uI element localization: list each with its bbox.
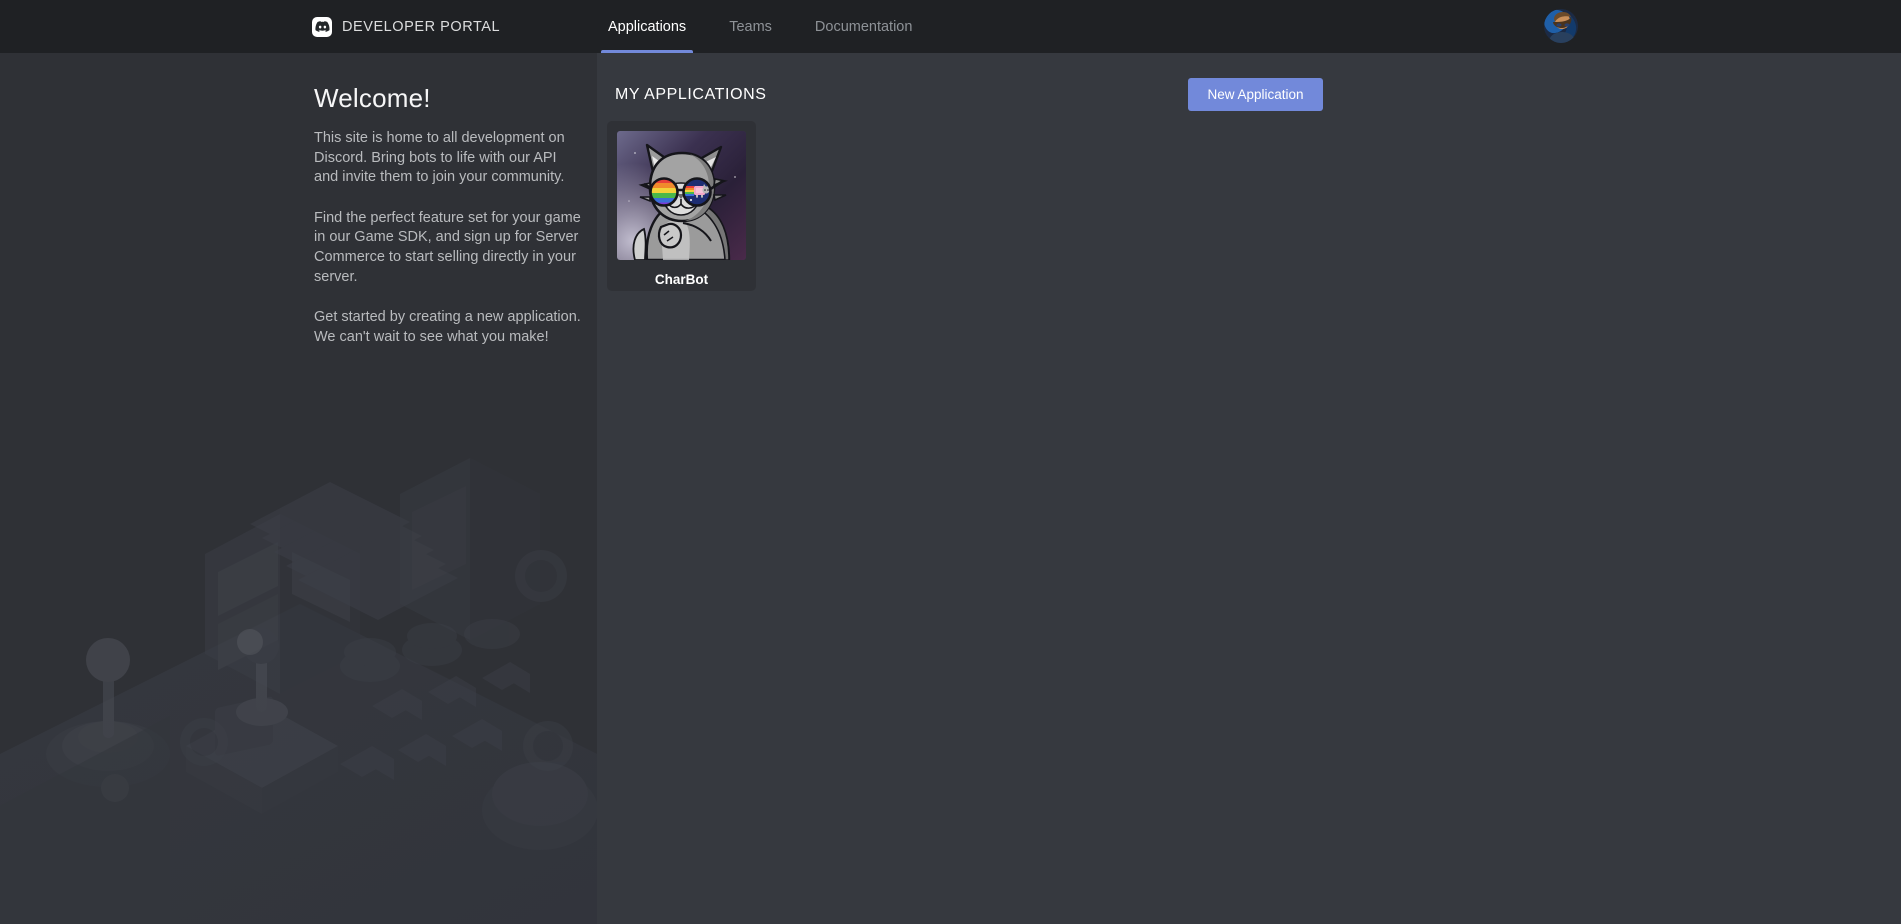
discord-clyde-icon xyxy=(312,16,332,37)
section-title-my-applications: MY APPLICATIONS xyxy=(615,86,767,103)
top-header: DEVELOPER PORTAL Applications Teams Docu… xyxy=(0,0,1901,53)
charbot-cat-avatar-icon xyxy=(617,131,746,260)
tab-documentation-label: Documentation xyxy=(814,18,913,35)
tab-teams[interactable]: Teams xyxy=(729,0,772,53)
applications-grid: CharBot xyxy=(607,121,756,291)
user-avatar-icon[interactable] xyxy=(1544,9,1578,43)
application-name: CharBot xyxy=(654,272,709,287)
welcome-text-column: Welcome! This site is home to all develo… xyxy=(314,83,582,368)
welcome-sidebar: Welcome! This site is home to all develo… xyxy=(0,53,597,924)
tab-teams-label: Teams xyxy=(729,18,772,35)
tab-documentation[interactable]: Documentation xyxy=(815,0,913,53)
tab-applications[interactable]: Applications xyxy=(600,0,694,53)
isometric-arcade-illustration xyxy=(0,454,597,924)
welcome-paragraph-1: This site is home to all development on … xyxy=(314,130,565,186)
primary-nav: Applications Teams Documentation xyxy=(600,0,955,53)
new-application-button[interactable]: New Application xyxy=(1188,78,1323,111)
brand[interactable]: DEVELOPER PORTAL xyxy=(312,0,500,53)
brand-title: DEVELOPER PORTAL xyxy=(342,18,501,35)
page-title: Welcome! xyxy=(314,83,431,113)
welcome-paragraph-3: Get started by creating a new applicatio… xyxy=(314,309,581,345)
application-card-charbot[interactable]: CharBot xyxy=(607,121,756,291)
main-content: MY APPLICATIONS New Application CharBot xyxy=(597,53,1901,924)
welcome-paragraph-2: Find the perfect feature set for your ga… xyxy=(314,209,581,285)
tab-applications-label: Applications xyxy=(608,18,687,35)
